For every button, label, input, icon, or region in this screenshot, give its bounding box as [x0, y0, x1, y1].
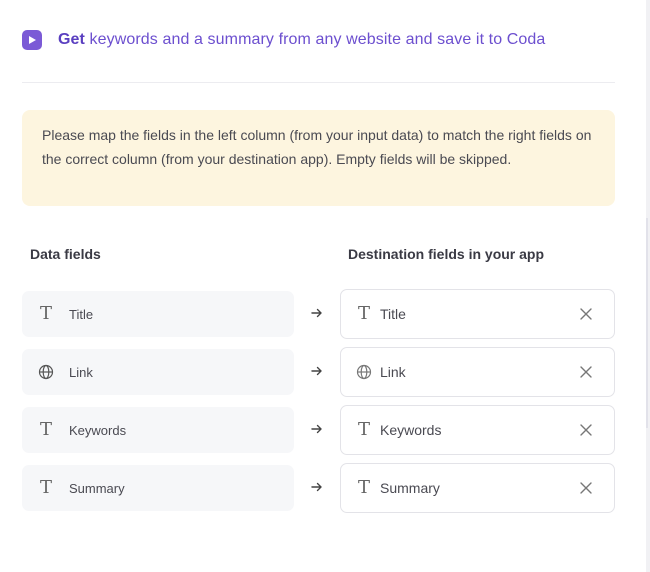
- destination-fields-heading: Destination fields in your app: [348, 246, 545, 262]
- mapping-notice: Please map the fields in the left column…: [22, 110, 615, 206]
- data-fields-heading: Data fields: [30, 246, 101, 262]
- source-field: T Title: [22, 291, 294, 337]
- text-type-icon: T: [39, 303, 52, 324]
- workflow-title: Get keywords and a summary from any webs…: [58, 31, 545, 49]
- arrow-right-icon: [310, 304, 324, 322]
- workflow-title-verb: Get: [58, 31, 85, 48]
- destination-field-label: Keywords: [380, 422, 442, 438]
- arrow-right-icon: [310, 362, 324, 380]
- clear-icon[interactable]: [578, 480, 594, 496]
- workflow-title-rest: keywords and a summary from any website …: [84, 31, 546, 48]
- text-type-icon: T: [357, 419, 370, 440]
- source-field-label: Keywords: [69, 422, 127, 438]
- text-type-icon: T: [39, 477, 52, 498]
- mapping-row: T Summary T Summary: [22, 463, 615, 513]
- mapping-row: T Title T Title: [22, 289, 615, 339]
- divider: [22, 82, 615, 83]
- text-type-icon: T: [39, 419, 52, 440]
- globe-icon: [37, 363, 55, 381]
- scrollbar-thumb[interactable]: [646, 218, 648, 428]
- arrow-right-icon: [310, 478, 324, 496]
- destination-field[interactable]: Link: [340, 347, 615, 397]
- source-field-label: Title: [69, 306, 94, 322]
- destination-field-label: Link: [380, 364, 406, 380]
- workflow-header: Get keywords and a summary from any webs…: [22, 30, 545, 50]
- source-field-label: Link: [69, 364, 93, 380]
- destination-field[interactable]: T Summary: [340, 463, 615, 513]
- destination-field-label: Title: [380, 306, 406, 322]
- source-field: T Keywords: [22, 407, 294, 453]
- clear-icon[interactable]: [578, 364, 594, 380]
- mapping-row: Link Link: [22, 347, 615, 397]
- source-field-label: Summary: [69, 480, 125, 496]
- clear-icon[interactable]: [578, 422, 594, 438]
- globe-icon: [355, 363, 373, 381]
- text-type-icon: T: [357, 303, 370, 324]
- clear-icon[interactable]: [578, 306, 594, 322]
- text-type-icon: T: [357, 477, 370, 498]
- destination-field[interactable]: T Keywords: [340, 405, 615, 455]
- source-field: Link: [22, 349, 294, 395]
- arrow-right-icon: [310, 420, 324, 438]
- destination-field[interactable]: T Title: [340, 289, 615, 339]
- mapping-row: T Keywords T Keywords: [22, 405, 615, 455]
- destination-field-label: Summary: [380, 480, 440, 496]
- source-field: T Summary: [22, 465, 294, 511]
- play-icon: [22, 30, 42, 50]
